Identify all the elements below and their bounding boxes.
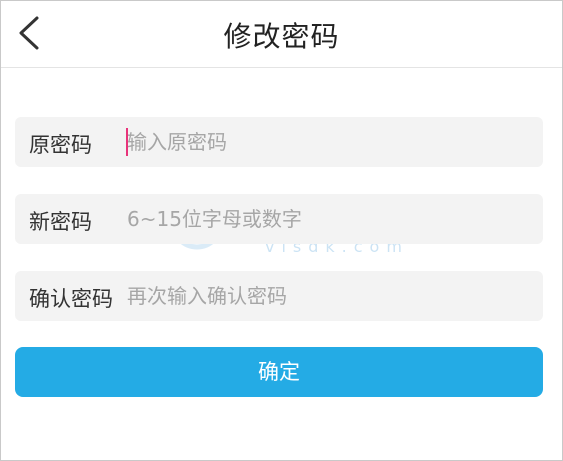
confirm-password-label: 确认密码 [29,287,113,311]
text-cursor [126,128,128,156]
old-password-input[interactable] [127,125,527,159]
phone-screen: 修改密码 漠谷软件 vlsdk.com 原密码 新密码 确认密码 确定 [0,0,563,461]
new-password-label: 新密码 [29,210,92,234]
new-password-field: 新密码 [15,194,543,244]
page-title: 修改密码 [223,20,340,53]
old-password-label: 原密码 [29,133,92,157]
confirm-password-field: 确认密码 [15,271,543,321]
old-password-field: 原密码 [15,117,543,167]
top-bar: 修改密码 [1,1,562,68]
new-password-input[interactable] [127,202,527,236]
confirm-button[interactable]: 确定 [15,347,543,397]
confirm-password-input[interactable] [127,279,527,313]
